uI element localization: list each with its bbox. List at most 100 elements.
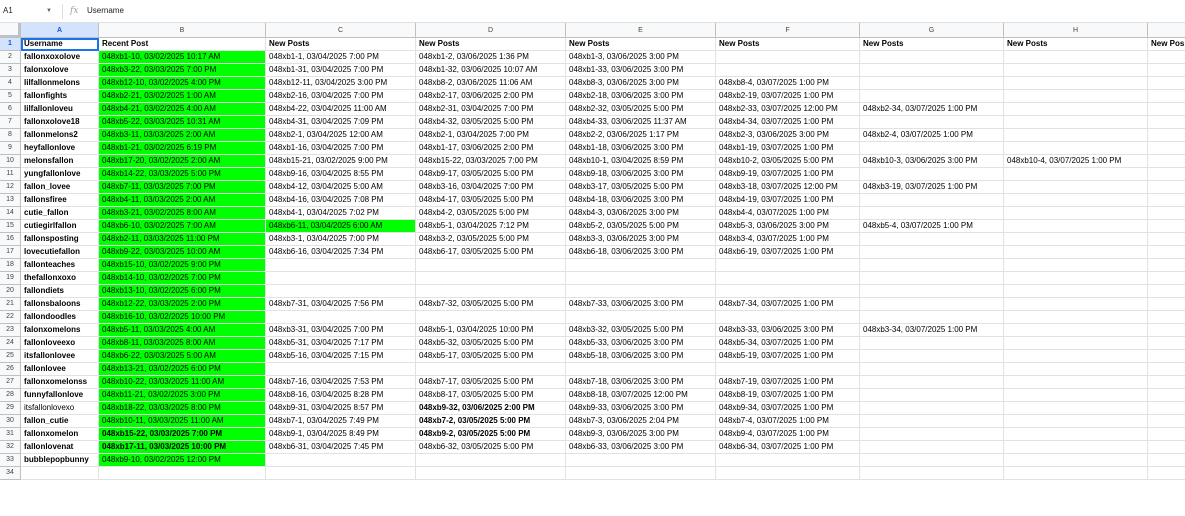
table-cell[interactable]: 048xb10-2, 03/05/2025 5:00 PM [716, 155, 860, 168]
table-cell[interactable]: 048xb4-21, 03/02/2025 4:00 AM [99, 103, 266, 116]
table-cell[interactable]: 048xb6-31, 03/04/2025 7:45 PM [266, 441, 416, 454]
table-cell[interactable]: 048xb2-33, 03/07/2025 12:00 PM [716, 103, 860, 116]
row-header[interactable]: 13 [0, 194, 21, 207]
table-cell[interactable] [1004, 272, 1148, 285]
header-cell[interactable]: New Posts [1004, 38, 1148, 51]
table-cell[interactable] [860, 467, 1004, 480]
table-cell[interactable] [416, 311, 566, 324]
table-cell[interactable]: 048xb6-34, 03/07/2025 1:00 PM [716, 441, 860, 454]
table-cell[interactable] [860, 51, 1004, 64]
column-header-a[interactable]: A [21, 23, 99, 38]
header-cell[interactable]: New Posts [860, 38, 1004, 51]
table-cell[interactable]: 048xb17-11, 03/03/2025 10:00 PM [99, 441, 266, 454]
table-cell[interactable]: 048xb7-1, 03/04/2025 7:49 PM [266, 415, 416, 428]
table-cell[interactable]: 048xb15-22, 03/03/2025 7:00 PM [416, 155, 566, 168]
table-cell[interactable]: lovecutiefallon [21, 246, 99, 259]
table-cell[interactable]: fallonfights [21, 90, 99, 103]
column-header-h[interactable]: H [1004, 23, 1148, 38]
table-cell[interactable]: falonxomelons [21, 324, 99, 337]
header-cell[interactable]: New Posts [266, 38, 416, 51]
table-cell[interactable]: 048xb4-2, 03/05/2025 5:00 PM [416, 207, 566, 220]
row-header[interactable]: 22 [0, 311, 21, 324]
table-cell[interactable]: 048xb2-1, 03/04/2025 12:00 AM [266, 129, 416, 142]
table-cell[interactable]: 048xb7-34, 03/07/2025 1:00 PM [716, 298, 860, 311]
row-header[interactable]: 2 [0, 51, 21, 64]
table-cell[interactable] [1004, 103, 1148, 116]
table-cell[interactable]: 048xb3-11, 03/03/2025 2:00 AM [99, 129, 266, 142]
table-cell[interactable]: 048xb10-22, 03/03/2025 11:00 AM [99, 376, 266, 389]
table-cell[interactable]: 048xb5-16, 03/04/2025 7:15 PM [266, 350, 416, 363]
row-header[interactable]: 29 [0, 402, 21, 415]
table-cell[interactable] [1004, 246, 1148, 259]
table-cell[interactable] [1004, 337, 1148, 350]
table-cell[interactable]: funnyfallonlove [21, 389, 99, 402]
table-cell[interactable]: 048xb4-22, 03/04/2025 11:00 AM [266, 103, 416, 116]
row-header[interactable]: 31 [0, 428, 21, 441]
table-cell[interactable] [1148, 389, 1185, 402]
table-cell[interactable]: 048xb13-21, 03/02/2025 6:00 PM [99, 363, 266, 376]
table-cell[interactable] [266, 363, 416, 376]
table-cell[interactable] [716, 454, 860, 467]
table-cell[interactable]: 048xb2-32, 03/05/2025 5:00 PM [566, 103, 716, 116]
table-cell[interactable]: 048xb5-22, 03/03/2025 10:31 AM [99, 116, 266, 129]
name-box-dropdown-icon[interactable]: ▼ [46, 0, 52, 22]
table-cell[interactable]: 048xb9-2, 03/05/2025 5:00 PM [416, 428, 566, 441]
table-cell[interactable] [266, 272, 416, 285]
table-cell[interactable]: 048xb12-10, 03/02/2025 4:00 PM [99, 77, 266, 90]
row-header[interactable]: 11 [0, 168, 21, 181]
table-cell[interactable] [860, 337, 1004, 350]
table-cell[interactable] [566, 467, 716, 480]
table-cell[interactable] [1148, 181, 1185, 194]
table-cell[interactable]: 048xb9-18, 03/06/2025 3:00 PM [566, 168, 716, 181]
table-cell[interactable]: 048xb4-1, 03/04/2025 7:02 PM [266, 207, 416, 220]
table-cell[interactable] [1004, 168, 1148, 181]
table-cell[interactable]: 048xb2-34, 03/07/2025 1:00 PM [860, 103, 1004, 116]
table-cell[interactable] [716, 363, 860, 376]
table-cell[interactable]: 048xb15-21, 03/02/2025 9:00 PM [266, 155, 416, 168]
table-cell[interactable]: fallon_cutie [21, 415, 99, 428]
table-cell[interactable] [1004, 428, 1148, 441]
row-header[interactable]: 21 [0, 298, 21, 311]
table-cell[interactable]: 048xb10-3, 03/06/2025 3:00 PM [860, 155, 1004, 168]
table-cell[interactable]: 048xb5-1, 03/04/2025 10:00 PM [416, 324, 566, 337]
table-cell[interactable]: 048xb6-11, 03/04/2025 6:00 AM [266, 220, 416, 233]
table-cell[interactable] [1148, 155, 1185, 168]
table-cell[interactable] [266, 454, 416, 467]
table-cell[interactable]: 048xb5-31, 03/04/2025 7:17 PM [266, 337, 416, 350]
table-cell[interactable] [1004, 220, 1148, 233]
table-cell[interactable] [1004, 454, 1148, 467]
table-cell[interactable] [21, 467, 99, 480]
table-cell[interactable] [1004, 116, 1148, 129]
table-cell[interactable] [860, 77, 1004, 90]
header-cell[interactable]: New Posts [416, 38, 566, 51]
table-cell[interactable]: 048xb2-17, 03/06/2025 2:00 PM [416, 90, 566, 103]
table-cell[interactable]: 048xb9-34, 03/07/2025 1:00 PM [716, 402, 860, 415]
table-cell[interactable] [266, 467, 416, 480]
table-cell[interactable]: 048xb3-1, 03/04/2025 7:00 PM [266, 233, 416, 246]
table-cell[interactable]: 048xb1-18, 03/06/2025 3:00 PM [566, 142, 716, 155]
table-cell[interactable]: 048xb2-18, 03/06/2025 3:00 PM [566, 90, 716, 103]
table-cell[interactable] [1148, 311, 1185, 324]
table-cell[interactable]: 048xb2-21, 03/02/2025 1:00 AM [99, 90, 266, 103]
row-header[interactable]: 20 [0, 285, 21, 298]
table-cell[interactable]: 048xb6-10, 03/02/2025 7:00 AM [99, 220, 266, 233]
table-cell[interactable]: 048xb4-32, 03/05/2025 5:00 PM [416, 116, 566, 129]
table-cell[interactable]: 048xb2-4, 03/07/2025 1:00 PM [860, 129, 1004, 142]
table-cell[interactable] [1148, 246, 1185, 259]
table-cell[interactable] [1148, 103, 1185, 116]
table-cell[interactable]: 048xb7-3, 03/06/2025 2:04 PM [566, 415, 716, 428]
table-cell[interactable] [860, 272, 1004, 285]
table-cell[interactable]: 048xb7-11, 03/03/2025 7:00 PM [99, 181, 266, 194]
header-cell[interactable]: Recent Post [99, 38, 266, 51]
table-cell[interactable]: 048xb9-3, 03/06/2025 3:00 PM [566, 428, 716, 441]
table-cell[interactable]: 048xb9-10, 03/02/2025 12:00 PM [99, 454, 266, 467]
table-cell[interactable]: 048xb2-31, 03/04/2025 7:00 PM [416, 103, 566, 116]
table-cell[interactable]: 048xb1-31, 03/04/2025 7:00 PM [266, 64, 416, 77]
table-cell[interactable]: 048xb14-22, 03/03/2025 5:00 PM [99, 168, 266, 181]
table-cell[interactable]: 048xb3-33, 03/06/2025 3:00 PM [716, 324, 860, 337]
table-cell[interactable]: fallonsbaloons [21, 298, 99, 311]
table-cell[interactable] [1148, 454, 1185, 467]
table-cell[interactable] [1004, 415, 1148, 428]
table-cell[interactable]: 048xb7-33, 03/06/2025 3:00 PM [566, 298, 716, 311]
table-cell[interactable]: fallonsposting [21, 233, 99, 246]
